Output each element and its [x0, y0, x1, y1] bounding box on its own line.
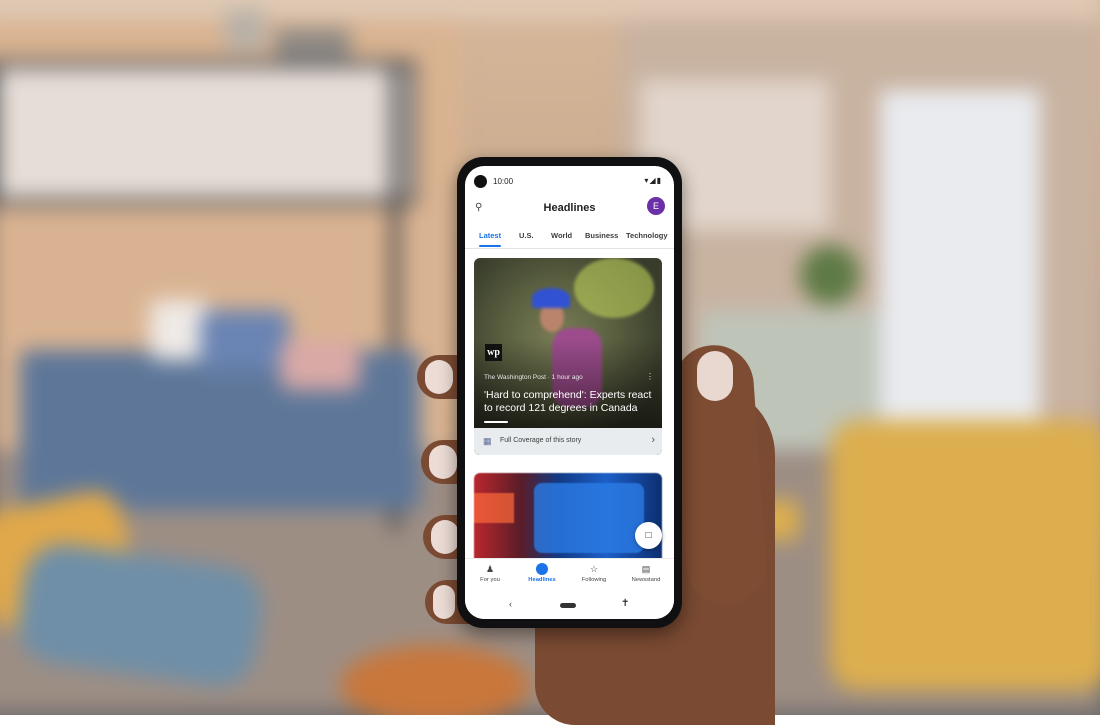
phone: 10:00 ▾◢▮ ⚲ Headlines E Latest U.S. Worl…: [457, 157, 682, 628]
avatar[interactable]: E: [647, 197, 665, 215]
pillow: [280, 340, 360, 390]
nav-following[interactable]: ☆ Following: [572, 563, 616, 583]
full-coverage-icon: ▦: [483, 436, 492, 446]
active-tab-indicator: [479, 245, 501, 247]
phone-screen: 10:00 ▾◢▮ ⚲ Headlines E Latest U.S. Worl…: [465, 166, 674, 619]
more-options-icon[interactable]: ⋮: [646, 372, 654, 381]
chevron-right-icon: ›: [651, 434, 655, 446]
home-handle[interactable]: [560, 603, 576, 608]
bunk-bed: [0, 60, 416, 206]
accessibility-icon[interactable]: ✝: [621, 598, 629, 609]
tab-business[interactable]: Business: [585, 231, 618, 240]
fingernail: [433, 585, 455, 619]
feedback-icon[interactable]: □: [635, 522, 662, 549]
system-navigation: ‹ ✝: [465, 594, 674, 619]
image-detail: [574, 258, 654, 318]
person-icon: ♟: [485, 564, 495, 574]
story-headline[interactable]: 'Hard to comprehend': Experts react to r…: [484, 389, 654, 415]
nav-headlines[interactable]: Headlines: [520, 563, 564, 583]
story-card[interactable]: wp The Washington Post · 1 hour ago ⋮ 'H…: [474, 258, 662, 455]
fingernail: [431, 520, 459, 554]
bottom-navigation: ♟ For you Headlines ☆ Following ▤ Newsst…: [465, 558, 674, 595]
page-title: Headlines: [543, 202, 596, 214]
image-detail: [534, 483, 644, 553]
nav-for-you[interactable]: ♟ For you: [468, 563, 512, 583]
status-time: 10:00: [493, 177, 514, 186]
image-detail: [474, 493, 514, 523]
section-tabs: Latest U.S. World Business Technology: [465, 226, 674, 249]
story-meta: The Washington Post · 1 hour ago: [484, 374, 583, 381]
carousel-progress: [484, 421, 508, 423]
full-coverage-label: Full Coverage of this story: [500, 437, 582, 444]
globe-icon: [520, 563, 564, 575]
back-icon[interactable]: ‹: [509, 599, 512, 609]
thumbnail: [697, 351, 733, 401]
picture-frame: [225, 10, 265, 50]
app-bar: ⚲ Headlines E: [465, 194, 674, 222]
tab-us[interactable]: U.S.: [519, 231, 534, 240]
tab-technology[interactable]: Technology: [626, 231, 668, 240]
image-detail: [532, 288, 570, 308]
tab-world[interactable]: World: [551, 231, 572, 240]
tab-latest[interactable]: Latest: [479, 231, 501, 240]
bed: [20, 350, 420, 510]
fingernail: [429, 445, 457, 479]
nav-label: Headlines: [528, 577, 556, 583]
nav-newsstand[interactable]: ▤ Newsstand: [624, 563, 668, 583]
status-bar: 10:00 ▾◢▮: [465, 166, 674, 194]
door: [880, 90, 1040, 460]
front-camera: [474, 175, 487, 188]
nav-label: Newsstand: [631, 577, 661, 583]
star-icon: ☆: [589, 564, 599, 574]
newsstand-icon: ▤: [641, 564, 651, 574]
publisher-logo: wp: [485, 344, 502, 361]
nav-label: For you: [480, 577, 500, 583]
full-coverage-link[interactable]: ▦ Full Coverage of this story ›: [474, 428, 662, 455]
nav-label: Following: [581, 577, 607, 583]
status-icons: ▾◢▮: [644, 176, 662, 185]
pillow: [200, 310, 290, 370]
plant: [800, 245, 860, 305]
sofa: [830, 420, 1100, 690]
fingernail: [425, 360, 453, 394]
ceiling: [0, 0, 1100, 20]
